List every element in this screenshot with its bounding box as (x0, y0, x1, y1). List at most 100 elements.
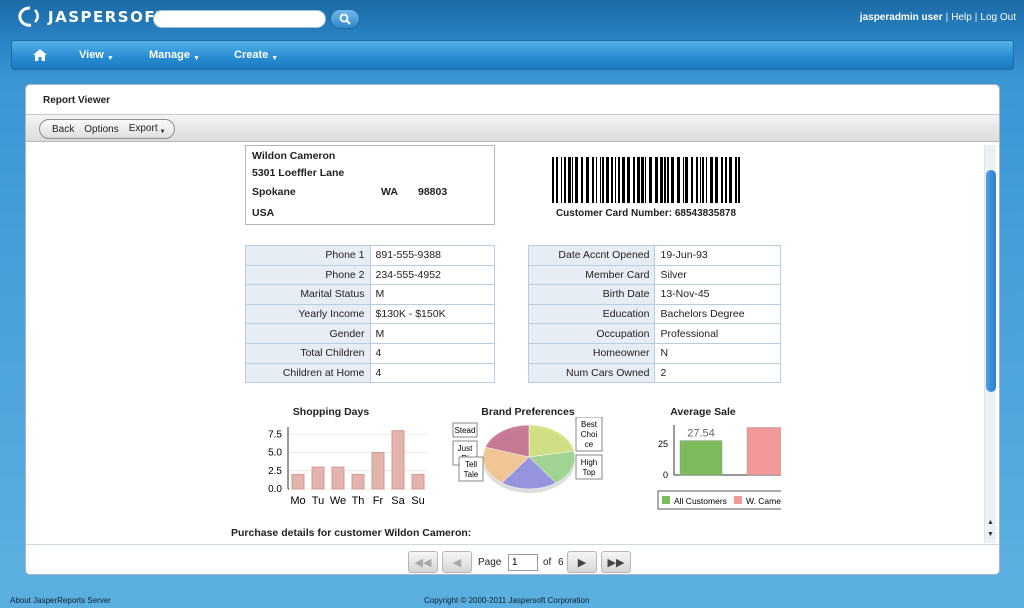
toolbar-button-group: Back Options Export ▼ (39, 119, 175, 139)
next-page-button[interactable]: ▶ (567, 551, 597, 573)
next-page-icon: ▶ (577, 556, 587, 569)
field-label: Occupation (527, 323, 656, 344)
search-input[interactable] (153, 10, 326, 28)
export-button[interactable]: Export ▼ (129, 123, 166, 135)
data-label: 27.54 (687, 428, 715, 440)
barcode-bar (667, 157, 669, 203)
barcode-bar (622, 157, 625, 203)
field-label: Yearly Income (245, 303, 371, 325)
field-label: Member Card (527, 264, 656, 286)
average-sale-chart: 25 0 27.54 All Customers W. Cameron (657, 425, 781, 510)
pagination-bar: ◀◀ ◀ Page of 6 ▶ ▶▶ (26, 544, 999, 574)
of-label: of (543, 557, 552, 568)
barcode-bar (715, 157, 718, 203)
nav-create-label: Create (234, 49, 269, 61)
back-button[interactable]: Back (52, 124, 74, 135)
last-page-button[interactable]: ▶▶ (601, 551, 631, 573)
y-tick-label: 0 (663, 470, 668, 480)
panel-title: Report Viewer (43, 95, 111, 106)
barcode-bar (552, 157, 554, 203)
account-info-row: Homeowner N (527, 342, 781, 364)
customer-info-row: Children at Home 4 (245, 362, 496, 384)
field-value: 4 (369, 362, 496, 384)
barcode-bar (691, 157, 693, 203)
barcode-bar (738, 157, 740, 203)
field-value: 13-Nov-45 (654, 284, 781, 305)
address-city: Spokane (252, 186, 296, 198)
pie-label: Best (581, 420, 598, 429)
barcode-bar (633, 157, 635, 203)
page-number-input[interactable] (508, 554, 538, 571)
pie-label: Choi (581, 430, 598, 439)
copyright-text: Copyright © 2000-2011 Jaspersoft Corpora… (424, 596, 590, 605)
field-label: Phone 1 (245, 245, 371, 266)
nav-manage-label: Manage (149, 49, 190, 61)
average-sale-title: Average Sale (670, 406, 736, 418)
barcode-bar (627, 157, 630, 203)
brand-preferences-chart: SteadJustRiTellTaleBestChoiceHighTop (452, 417, 603, 493)
field-value: 234-555-4952 (369, 264, 496, 286)
home-icon[interactable] (32, 48, 48, 62)
field-label: Education (527, 303, 656, 325)
customer-info-row: Gender M (245, 323, 496, 344)
scroll-down-icon[interactable]: ▼ (987, 531, 994, 538)
customer-info-table: Phone 1 891-555-9388 Phone 2 234-555-4952 Ma… (245, 245, 496, 384)
search-icon (339, 13, 351, 25)
search-button[interactable] (330, 9, 360, 29)
barcode-bar (729, 157, 732, 203)
pie-label: Tell (465, 460, 477, 469)
field-label: Date Accnt Opened (527, 245, 656, 266)
barcode-bar (602, 157, 604, 203)
barcode-bar (615, 157, 616, 203)
scrollbar-thumb[interactable] (986, 170, 996, 392)
x-tick-label: We (330, 495, 346, 507)
chevron-down-icon: ▼ (159, 129, 166, 135)
options-button[interactable]: Options (84, 124, 118, 135)
logout-link[interactable]: Log Out (980, 12, 1016, 23)
field-value: Silver (654, 264, 781, 286)
legend-label: W. Cameron (746, 496, 781, 506)
previous-page-button[interactable]: ◀ (442, 551, 472, 573)
first-page-button[interactable]: ◀◀ (408, 551, 438, 573)
barcode-bar (649, 157, 652, 203)
barcode-bar (706, 157, 707, 203)
jaspersoft-logo-icon (18, 6, 39, 27)
barcode-bar (572, 157, 573, 203)
field-label: Children at Home (245, 362, 371, 384)
separator: | (974, 12, 978, 23)
barcode-bar (645, 157, 646, 203)
about-link[interactable]: About JasperReports Server (10, 596, 111, 605)
nav-create[interactable]: Create ▼ (234, 49, 278, 62)
x-tick-label: Su (411, 495, 424, 507)
account-info-table: Date Accnt Opened 19-Jun-93 Member Card Sil… (527, 245, 781, 384)
nav-manage[interactable]: Manage ▼ (149, 49, 200, 62)
y-tick-label: 7.5 (268, 429, 282, 440)
export-label: Export (128, 123, 158, 134)
bar (371, 452, 385, 490)
bar (746, 427, 781, 476)
barcode-bar (611, 157, 613, 203)
scroll-up-icon[interactable]: ▲ (987, 519, 994, 526)
help-link[interactable]: Help (951, 12, 972, 23)
address-state: WA (381, 186, 398, 198)
barcode-bar (606, 157, 609, 203)
vertical-scrollbar[interactable]: ▲ ▼ (984, 145, 996, 543)
customer-info-row: Phone 2 234-555-4952 (245, 264, 496, 286)
previous-page-icon: ◀ (452, 556, 462, 569)
barcode-bar (735, 157, 737, 203)
x-tick-label: Sa (391, 495, 405, 507)
barcode-bar (564, 157, 566, 203)
nav-view[interactable]: View ▼ (79, 49, 114, 62)
page-label: Page (478, 557, 502, 568)
jaspersoft-logo[interactable]: JASPERSOFT (18, 6, 168, 28)
field-label: Phone 2 (245, 264, 371, 286)
field-value: 2 (654, 362, 781, 384)
x-tick-label: Mo (290, 495, 305, 507)
barcode-bar (586, 157, 589, 203)
pie-label: High (581, 458, 597, 467)
customer-info-row: Phone 1 891-555-9388 (245, 245, 496, 266)
chevron-down-icon: ▼ (271, 55, 279, 62)
field-value: 4 (369, 342, 496, 364)
bar (351, 473, 365, 490)
field-value: N (654, 342, 781, 364)
